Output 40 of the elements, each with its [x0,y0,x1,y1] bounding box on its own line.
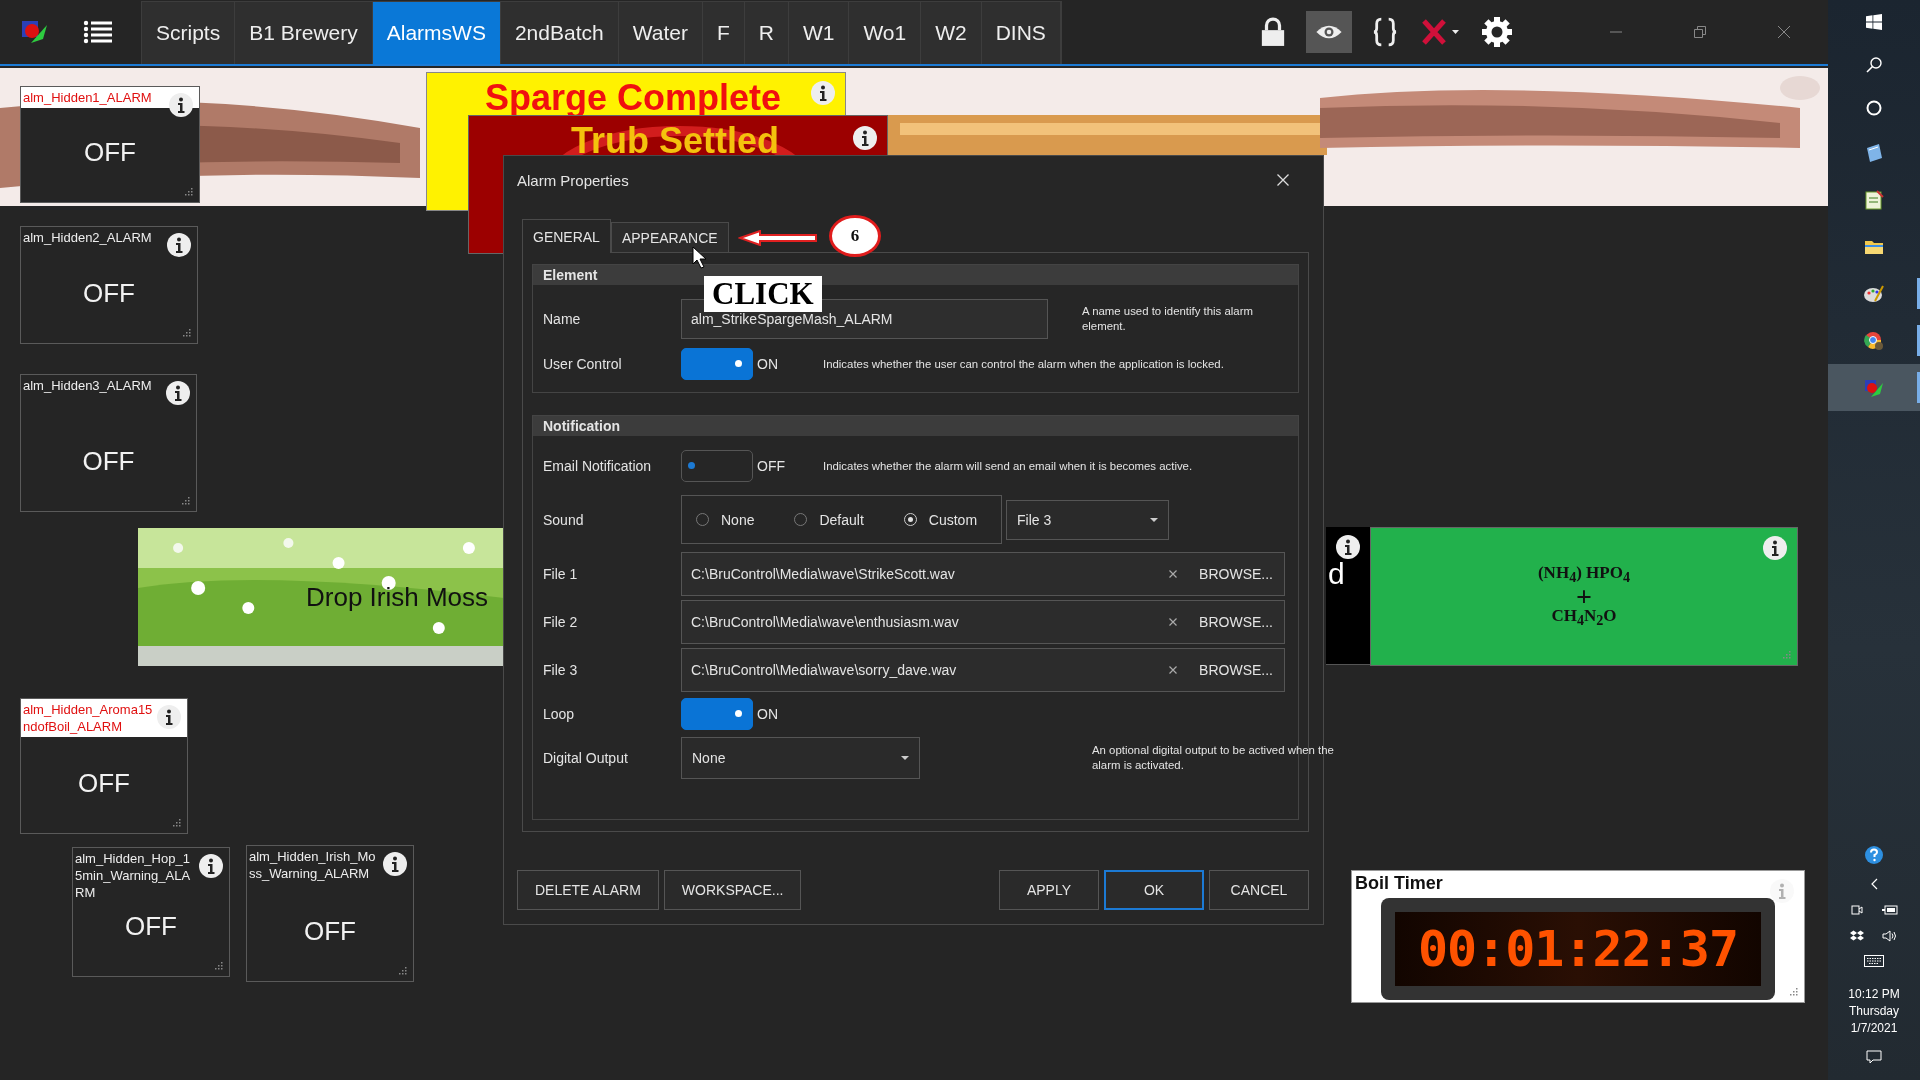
section-heading: Notification [533,416,1298,436]
field-label: Email Notification [542,458,653,474]
timer-digits: 00:01:22:37 [1417,920,1739,978]
alarm-state: OFF [83,137,137,168]
field-label: File 1 [542,566,579,582]
alarm-state: OFF [82,278,136,309]
alarm-name: alm_Hidden_Hop_15min_Warning_ALARM [75,850,192,901]
formula-text: + [1576,586,1592,607]
alarm-state: OFF [81,446,136,477]
toggle-state: ON [757,356,778,372]
field-label: User Control [542,356,623,372]
dialog-title: Alarm Properties [517,171,629,189]
timer-title: Boil Timer [1354,872,1444,895]
help-text: An optional digital output to be actived when the alarm is activated. [1092,743,1335,773]
toggle-state: OFF [757,458,785,474]
banner-text: Trub Settled [571,120,780,162]
alarm-state: OFF [303,916,357,947]
tile-text: d [1328,557,1345,591]
formula-text: CH$_{4}$N$_{2}$O [1551,606,1617,629]
image-caption: Drop Irish Moss [306,582,489,613]
alarm-state: OFF [124,911,178,942]
field-label: File 3 [542,662,579,678]
alarm-name: alm_Hidden3_ALARM [23,377,153,394]
formula-text: (NH$_{4}$) HPO$_{4}$ [1537,564,1631,587]
alarm-name: alm_Hidden1_ALARM [23,89,153,106]
toggle-state: ON [757,706,778,722]
alarm-name: alm_Hidden2_ALARM [23,229,153,246]
alarm-name: alm_Hidden_Irish_Moss_Warning_ALARM [249,848,377,882]
field-label: File 2 [542,614,579,630]
click-tooltip: CLICK [704,276,822,312]
field-label: Sound [542,511,585,528]
field-label: Loop [542,706,576,722]
help-text: Indicates whether the user can control the alarm when the application is locked. [823,356,1224,372]
help-text: A name used to identify this alarm element. [1082,304,1254,334]
field-label: Digital Output [542,750,629,766]
alarm-name: alm_Hidden_Aroma15ndofBoil_ALARM [23,701,153,735]
banner-text: Sparge Complete [485,77,782,119]
field-label: Name [542,311,582,327]
help-text: Indicates whether the alarm will send an email when it is becomes active. [823,458,1193,474]
alarm-state: OFF [77,768,131,799]
